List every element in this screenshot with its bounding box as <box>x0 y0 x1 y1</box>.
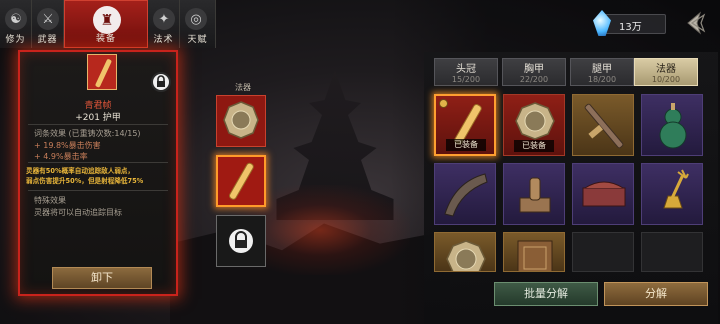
inv-tab-chest[interactable]: 胸甲 22/200 <box>502 58 566 86</box>
empty-slot[interactable] <box>641 232 703 272</box>
affix-crit-rate: + 4.9%暴击率 <box>34 152 88 161</box>
inventory-item[interactable] <box>503 232 565 272</box>
slot-mirror[interactable] <box>216 95 266 147</box>
inv-tab-name: 腿甲 <box>592 64 612 75</box>
gourd-icon <box>659 103 687 149</box>
affix-header: 词条效果 (已重铸次数:14/15) <box>34 128 141 139</box>
inv-tab-name: 头冠 <box>456 64 476 75</box>
inventory-item[interactable] <box>641 163 703 225</box>
inv-tab-count: 10/200 <box>651 75 681 84</box>
meditation-icon: ☯ <box>5 8 27 30</box>
tab-label: 法术 <box>153 35 174 45</box>
inventory-item[interactable] <box>641 94 703 156</box>
gold-effect-line-2: 弱点伤害提升50%，但是射程降低75% <box>26 177 144 185</box>
slot-locked[interactable] <box>216 215 266 267</box>
equipped-badge: 已装备 <box>514 140 554 152</box>
inv-tab-artifact[interactable]: 法器 10/200 <box>634 58 698 86</box>
tab-cultivation[interactable]: ☯ 修为 <box>0 0 32 48</box>
currency-amount: 13万 <box>619 22 642 33</box>
top-tab-bar: ☯ 修为 ⚔ 武器 ♜ 装备 ✦ 法术 ◎ 天赋 <box>0 0 216 48</box>
equipped-slot-column: 法器 <box>216 82 270 275</box>
back-arrow-icon <box>687 11 706 35</box>
item-detail-card: 青君帧 +201 护甲 词条效果 (已重铸次数:14/15) + 19.8%暴击… <box>18 50 178 296</box>
special-header: 特殊效果 <box>34 196 66 205</box>
inv-tab-count: 15/200 <box>451 75 481 84</box>
inventory-item[interactable] <box>572 94 634 156</box>
inv-tab-count: 18/200 <box>587 75 617 84</box>
seal-stamp-icon <box>519 177 551 213</box>
tab-talent[interactable]: ◎ 天赋 <box>180 0 216 48</box>
wooden-slip-icon <box>229 162 254 200</box>
robe-icon: ♜ <box>93 6 121 34</box>
lock-icon <box>229 229 253 253</box>
tab-spell[interactable]: ✦ 法术 <box>148 0 180 48</box>
affix-reforge-note: (已重铸次数:14/15) <box>68 129 141 138</box>
divider <box>28 124 168 125</box>
currency-counter: 13万 <box>593 10 666 36</box>
tab-label: 天赋 <box>187 35 208 45</box>
tab-weapon[interactable]: ⚔ 武器 <box>32 0 64 48</box>
affix-header-label: 词条效果 <box>34 129 66 138</box>
inv-tab-legs[interactable]: 腿甲 18/200 <box>570 58 634 86</box>
empty-slot[interactable] <box>572 232 634 272</box>
gold-effect-line-1: 灵器有50%概率自动追踪敌人弱点， <box>26 167 135 175</box>
talent-icon: ◎ <box>185 8 207 30</box>
spell-icon: ✦ <box>153 8 175 30</box>
bagua-mirror-icon <box>223 101 259 139</box>
back-button[interactable] <box>682 10 708 36</box>
inv-tab-name: 胸甲 <box>524 64 544 75</box>
trident-bell-icon <box>663 169 689 209</box>
special-text: 灵器将可以自动追踪目标 <box>34 208 122 217</box>
tab-label: 武器 <box>37 35 58 45</box>
affix-crit-damage: + 19.8%暴击伤害 <box>34 141 101 150</box>
sword-icon: ⚔ <box>37 8 59 30</box>
wooden-slip-icon <box>87 54 117 90</box>
carved-box-icon <box>517 240 553 271</box>
unequip-button[interactable]: 卸下 <box>52 267 152 289</box>
inventory-item[interactable] <box>572 163 634 225</box>
lock-icon[interactable] <box>151 72 171 92</box>
tab-equipment[interactable]: ♜ 装备 <box>64 0 148 48</box>
iron-ruler-icon <box>584 103 624 149</box>
slot-wooden-slip[interactable] <box>216 155 266 207</box>
inventory-item[interactable]: 已装备 <box>503 94 565 156</box>
tab-label: 装备 <box>95 34 116 44</box>
bagua-mirror-icon <box>446 240 486 271</box>
inv-tab-name: 法器 <box>656 64 676 75</box>
decompose-button[interactable]: 分解 <box>604 282 708 306</box>
divider <box>28 190 168 191</box>
inventory-item[interactable] <box>434 163 496 225</box>
inv-tab-count: 22/200 <box>519 75 549 84</box>
inventory-item[interactable] <box>434 232 496 272</box>
divider <box>28 162 168 163</box>
equipped-badge: 已装备 <box>446 139 486 151</box>
tab-label: 修为 <box>5 35 26 45</box>
horn-icon <box>444 173 488 217</box>
inventory-item[interactable]: 已装备 <box>434 94 496 156</box>
inventory-item[interactable] <box>503 163 565 225</box>
inv-tab-crown[interactable]: 头冠 15/200 <box>434 58 498 86</box>
slot-column-title: 法器 <box>235 83 251 92</box>
dragon-box-icon <box>582 181 626 207</box>
batch-decompose-button[interactable]: 批量分解 <box>494 282 598 306</box>
item-main-stat: +201 护甲 <box>75 113 121 123</box>
